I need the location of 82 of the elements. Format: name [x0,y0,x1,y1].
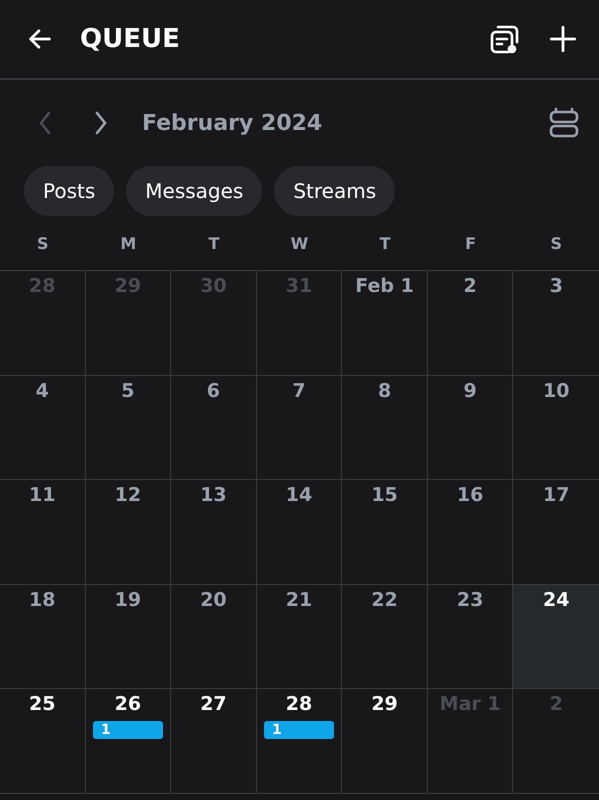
day-number: 24 [542,588,570,610]
day-number: 4 [36,380,49,402]
day-cell[interactable]: 19 [86,584,172,689]
day-number: 2 [464,275,477,297]
day-number: 18 [29,588,56,610]
day-number: 12 [114,484,142,506]
day-number: 25 [29,693,56,715]
day-number: 29 [114,275,142,297]
stacked-rows-icon [549,107,579,139]
day-number: 27 [200,693,227,715]
day-number: 17 [542,484,570,506]
day-cell[interactable]: 13 [171,480,257,584]
chevron-right-icon [93,110,109,136]
page-title: QUEUE [80,24,181,54]
day-number: 28 [286,693,312,715]
day-number: 13 [200,484,227,506]
day-cell[interactable]: 29 [342,689,428,794]
day-number: 21 [286,588,312,610]
day-number: 9 [464,380,477,402]
filter-chip[interactable]: Messages [126,166,262,216]
day-number: Feb 1 [355,275,414,297]
day-cell[interactable]: 21 [256,584,342,689]
day-number: 19 [114,588,142,610]
day-cell[interactable]: 16 [428,480,514,584]
day-number: 10 [542,380,570,402]
day-number: 3 [550,275,563,297]
day-cell[interactable]: 14 [256,480,342,584]
day-cell[interactable]: 27 [171,689,257,794]
day-cell[interactable]: 26 1 [86,689,172,794]
list-settings-button[interactable] [489,23,521,55]
add-button[interactable] [549,25,577,53]
day-cell[interactable]: 11 [0,480,86,584]
day-number: 30 [200,275,227,297]
weekday-label: T [207,234,220,252]
day-cell[interactable]: 8 [342,376,428,480]
month-title: February 2024 [142,110,324,136]
day-number: 7 [292,380,306,402]
weekday-label: W [290,234,310,252]
day-number: 16 [456,484,484,506]
day-number: 29 [371,693,398,715]
weekday-label: T [378,234,392,252]
day-cell[interactable]: 15 [342,480,428,584]
day-cell[interactable]: 25 [0,689,86,794]
weekday-label: F [464,234,478,252]
day-number: 2 [550,693,563,715]
day-number: 15 [371,484,398,506]
day-cell[interactable]: 5 [86,376,172,480]
day-cell[interactable]: Feb 1 [342,271,428,376]
day-number: 22 [371,588,398,610]
day-cell[interactable]: 24 [513,584,599,689]
day-cell[interactable]: 6 [171,376,257,480]
day-cell[interactable]: 2 [428,271,514,376]
day-number: 20 [200,588,227,610]
day-cell[interactable]: 4 [0,376,86,480]
day-cell[interactable]: 12 [86,480,172,584]
day-cell[interactable]: 20 [171,584,257,689]
weekday-label: S [36,234,50,252]
day-cell[interactable]: 28 1 [256,689,342,794]
day-cell[interactable]: 22 [342,584,428,689]
plus-icon [549,25,577,53]
weekday-label: S [549,234,563,252]
day-number: 14 [286,484,312,506]
day-cell[interactable]: 7 [256,376,342,480]
day-number: 5 [121,380,134,402]
day-number: Mar 1 [440,693,501,715]
day-number: 11 [29,484,56,506]
day-number: 28 [29,275,56,297]
view-toggle-button[interactable] [549,107,579,139]
day-number: 26 [114,693,142,715]
day-number: 8 [378,380,392,402]
filter-chip[interactable]: Posts [24,166,114,216]
day-number: 23 [456,588,484,610]
day-cell[interactable]: 9 [428,376,514,480]
day-cell[interactable]: 18 [0,584,86,689]
chevron-left-icon [37,110,53,136]
weekday-label: M [119,234,138,252]
day-number: 6 [206,380,220,402]
day-cell[interactable]: 10 [513,376,599,480]
filter-chip[interactable]: Streams [274,166,396,216]
document-list-icon [489,23,521,55]
day-number: 31 [286,275,312,297]
day-cell[interactable]: 3 [513,271,599,376]
